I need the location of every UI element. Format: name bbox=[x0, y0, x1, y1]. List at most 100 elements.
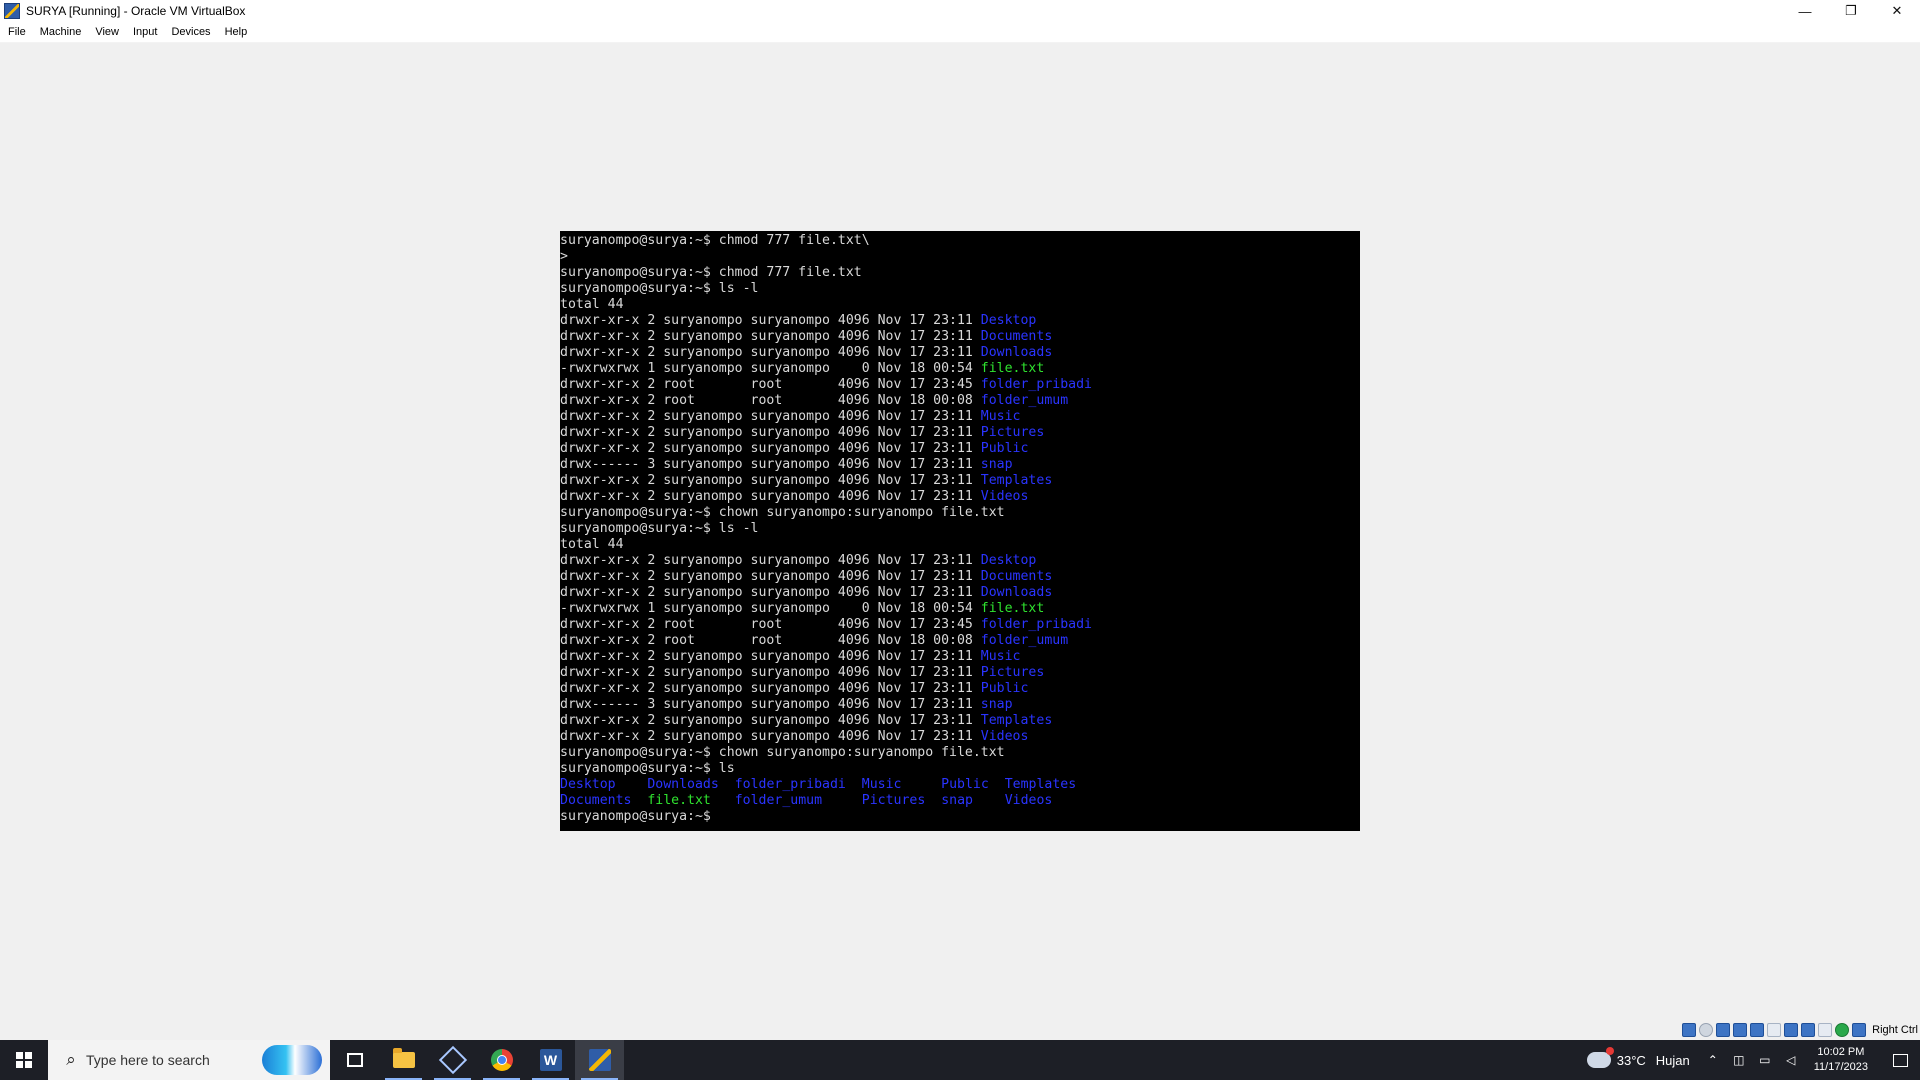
terminal-line: suryanompo@surya:~$ chown suryanompo:sur… bbox=[560, 745, 1360, 761]
speaker-muted-icon[interactable]: ◁ bbox=[1782, 1053, 1800, 1067]
terminal-line: drwx------ 3 suryanompo suryanompo 4096 … bbox=[560, 457, 1360, 473]
directory-name: Downloads bbox=[980, 585, 1053, 600]
hard-disk-icon[interactable] bbox=[1682, 1023, 1697, 1037]
directory-name: Templates bbox=[980, 713, 1053, 728]
bing-chat-icon[interactable] bbox=[262, 1045, 322, 1075]
weather-temperature[interactable]: 33°C bbox=[1617, 1053, 1646, 1068]
directory-name: Videos bbox=[1004, 793, 1053, 808]
terminal-text: suryanompo@surya:~$ ls -l bbox=[560, 521, 759, 536]
clock[interactable]: 10:02 PM 11/17/2023 bbox=[1814, 1045, 1868, 1075]
menu-view[interactable]: View bbox=[87, 26, 125, 38]
terminal-line: Documents file.txt folder_umum Pictures … bbox=[560, 793, 1360, 809]
optical-drive-icon[interactable] bbox=[1699, 1023, 1714, 1037]
terminal-line: drwxr-xr-x 2 root root 4096 Nov 17 23:45… bbox=[560, 617, 1360, 633]
terminal-text: drwxr-xr-x 2 suryanompo suryanompo 4096 … bbox=[560, 665, 981, 680]
windows-logo-icon bbox=[16, 1052, 32, 1068]
host-key-label[interactable]: Right Ctrl bbox=[1872, 1024, 1918, 1036]
display-icon[interactable] bbox=[1784, 1023, 1799, 1037]
directory-name: Documents bbox=[560, 793, 632, 808]
menu-machine[interactable]: Machine bbox=[32, 26, 88, 38]
terminal-text: total 44 bbox=[560, 297, 624, 312]
virtualbox-vm-icon bbox=[588, 1049, 611, 1071]
directory-name: Templates bbox=[1004, 777, 1077, 792]
terminal-text: drwx------ 3 suryanompo suryanompo 4096 … bbox=[560, 697, 981, 712]
keyboard-icon[interactable] bbox=[1852, 1023, 1867, 1037]
meet-now-icon[interactable]: ◫ bbox=[1730, 1053, 1748, 1067]
chevron-up-icon[interactable]: ⌃ bbox=[1704, 1053, 1722, 1067]
directory-name: folder_pribadi bbox=[734, 777, 846, 792]
network-icon[interactable] bbox=[1733, 1023, 1748, 1037]
terminal-text: suryanompo@surya:~$ chown suryanompo:sur… bbox=[560, 745, 1005, 760]
directory-name: Pictures bbox=[980, 425, 1045, 440]
network-tray-icon[interactable]: ▭ bbox=[1756, 1053, 1774, 1067]
start-button[interactable] bbox=[0, 1040, 48, 1080]
directory-name: Music bbox=[861, 777, 902, 792]
task-view-button[interactable] bbox=[330, 1040, 379, 1080]
executable-file-name: file.txt bbox=[980, 361, 1045, 376]
restore-button[interactable]: ❐ bbox=[1828, 0, 1874, 22]
directory-name: Music bbox=[980, 409, 1021, 424]
guest-terminal-screen[interactable]: suryanompo@surya:~$ chmod 777 file.txt\ >… bbox=[560, 231, 1360, 831]
virtualbox-app-icon bbox=[4, 3, 20, 19]
terminal-text: drwxr-xr-x 2 suryanompo suryanompo 4096 … bbox=[560, 313, 981, 328]
menu-devices[interactable]: Devices bbox=[163, 26, 216, 38]
terminal-line: drwx------ 3 suryanompo suryanompo 4096 … bbox=[560, 697, 1360, 713]
directory-name: Pictures bbox=[980, 665, 1045, 680]
weather-icon[interactable] bbox=[1586, 1047, 1614, 1068]
terminal-text: -rwxrwxrwx 1 suryanompo suryanompo 0 Nov… bbox=[560, 361, 981, 376]
search-placeholder: Type here to search bbox=[86, 1052, 210, 1068]
terminal-line: suryanompo@surya:~$ chown suryanompo:sur… bbox=[560, 505, 1360, 521]
taskbar-search-box[interactable]: ⌕ Type here to search bbox=[48, 1040, 330, 1080]
terminal-text: drwxr-xr-x 2 suryanompo suryanompo 4096 … bbox=[560, 569, 981, 584]
terminal-line: drwxr-xr-x 2 suryanompo suryanompo 4096 … bbox=[560, 345, 1360, 361]
terminal-text: drwxr-xr-x 2 suryanompo suryanompo 4096 … bbox=[560, 425, 981, 440]
usb-icon[interactable] bbox=[1750, 1023, 1765, 1037]
terminal-line: drwxr-xr-x 2 root root 4096 Nov 18 00:08… bbox=[560, 393, 1360, 409]
virtualbox-manager-button[interactable] bbox=[428, 1040, 477, 1080]
directory-name: Public bbox=[980, 441, 1029, 456]
clock-date: 11/17/2023 bbox=[1813, 1061, 1868, 1073]
directory-name: Pictures bbox=[861, 793, 926, 808]
terminal-line: drwxr-xr-x 2 suryanompo suryanompo 4096 … bbox=[560, 329, 1360, 345]
shared-folder-icon[interactable] bbox=[1767, 1023, 1782, 1037]
terminal-line: drwxr-xr-x 2 root root 4096 Nov 18 00:08… bbox=[560, 633, 1360, 649]
directory-name: folder_umum bbox=[980, 633, 1069, 648]
weather-condition[interactable]: Hujan bbox=[1656, 1053, 1690, 1068]
minimize-button[interactable]: — bbox=[1782, 0, 1828, 22]
window-title: SURYA [Running] - Oracle VM VirtualBox bbox=[26, 4, 246, 18]
terminal-text: drwxr-xr-x 2 suryanompo suryanompo 4096 … bbox=[560, 329, 981, 344]
terminal-text: drwxr-xr-x 2 suryanompo suryanompo 4096 … bbox=[560, 441, 981, 456]
directory-name: Videos bbox=[980, 729, 1029, 744]
window-titlebar: SURYA [Running] - Oracle VM VirtualBox —… bbox=[0, 0, 1920, 22]
close-button[interactable]: ✕ bbox=[1874, 0, 1920, 22]
directory-name: Downloads bbox=[647, 777, 719, 792]
recording-icon[interactable] bbox=[1801, 1023, 1816, 1037]
virtualbox-vm-button[interactable] bbox=[575, 1040, 624, 1080]
audio-icon[interactable] bbox=[1716, 1023, 1731, 1037]
word-button[interactable]: W bbox=[526, 1040, 575, 1080]
directory-name: snap bbox=[941, 793, 973, 808]
directory-name: Videos bbox=[980, 489, 1029, 504]
terminal-text: drwxr-xr-x 2 suryanompo suryanompo 4096 … bbox=[560, 473, 981, 488]
terminal-text: suryanompo@surya:~$ ls -l bbox=[560, 281, 759, 296]
terminal-line: Desktop Downloads folder_pribadi Music P… bbox=[560, 777, 1360, 793]
directory-name: Public bbox=[941, 777, 989, 792]
chrome-button[interactable] bbox=[477, 1040, 526, 1080]
terminal-line: drwxr-xr-x 2 suryanompo suryanompo 4096 … bbox=[560, 729, 1360, 745]
cpu-icon[interactable] bbox=[1818, 1023, 1833, 1037]
mouse-integration-icon[interactable] bbox=[1835, 1023, 1850, 1037]
terminal-line: drwxr-xr-x 2 suryanompo suryanompo 4096 … bbox=[560, 313, 1360, 329]
menu-file[interactable]: File bbox=[0, 26, 32, 38]
menu-help[interactable]: Help bbox=[217, 26, 254, 38]
directory-name: Public bbox=[980, 681, 1029, 696]
terminal-text: suryanompo@surya:~$ chown suryanompo:sur… bbox=[560, 505, 1005, 520]
directory-name: folder_pribadi bbox=[980, 377, 1092, 392]
file-explorer-button[interactable] bbox=[379, 1040, 428, 1080]
notification-button[interactable] bbox=[1880, 1040, 1920, 1080]
terminal-text: drwxr-xr-x 2 suryanompo suryanompo 4096 … bbox=[560, 489, 981, 504]
menu-input[interactable]: Input bbox=[125, 26, 163, 38]
terminal-text: suryanompo@surya:~$ bbox=[560, 809, 719, 824]
virtualbox-icon bbox=[438, 1045, 467, 1075]
